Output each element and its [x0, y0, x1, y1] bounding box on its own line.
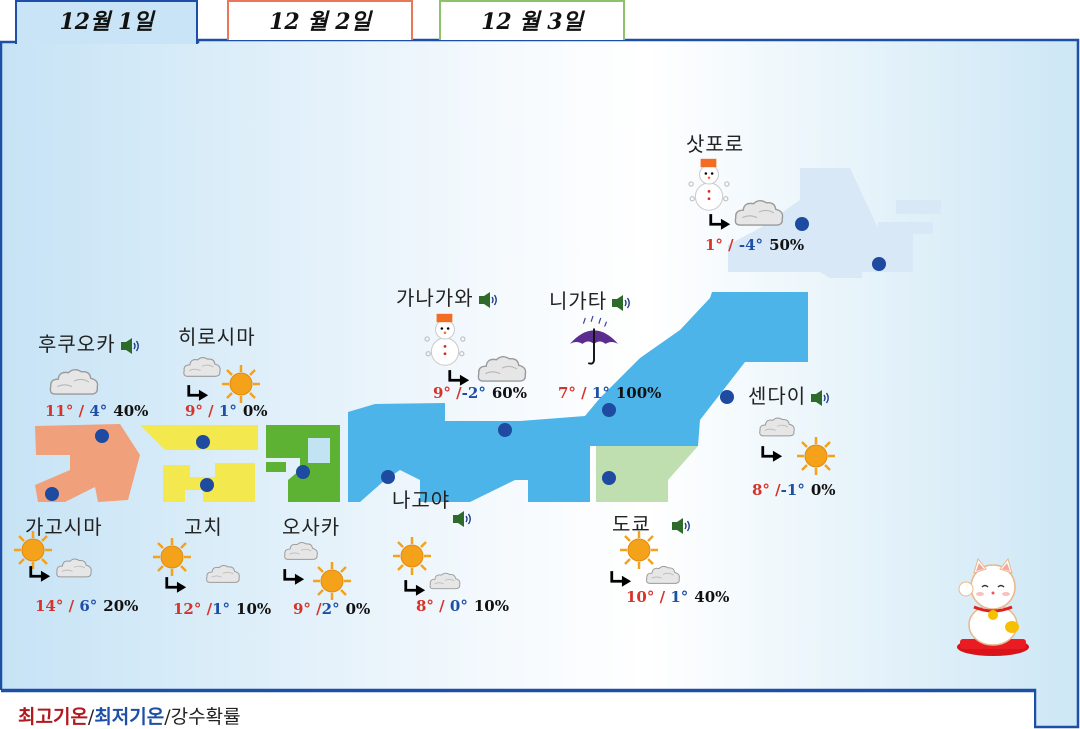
- temps-tokyo: 10° / 1° 40%: [626, 588, 730, 606]
- cloud-icon: [205, 563, 241, 585]
- legend-high: 최고기온: [18, 706, 88, 728]
- cloud-icon: [644, 564, 682, 586]
- legend: 최고기온/최저기온/강수확률: [18, 706, 241, 728]
- temps-sapporo: 1° / -4° 50%: [705, 236, 805, 254]
- city-dot-kanazawa[interactable]: [498, 423, 512, 437]
- arrow-icon: [760, 445, 784, 462]
- city-dot-fukuoka[interactable]: [95, 429, 109, 443]
- speaker-icon[interactable]: [478, 291, 500, 309]
- cloud-icon: [55, 553, 93, 583]
- sun-icon: [392, 536, 432, 576]
- city-name-sapporo: 삿포로: [686, 132, 745, 156]
- tab-dec-1[interactable]: 12월 1일: [15, 0, 198, 44]
- snowman-icon: [688, 156, 730, 212]
- arrow-icon: [282, 568, 306, 585]
- speaker-icon[interactable]: [810, 389, 832, 407]
- cloud-icon: [758, 412, 796, 442]
- cloud-icon: [476, 353, 528, 385]
- legend-low: 최저기온: [94, 706, 165, 728]
- arrow-icon: [609, 570, 633, 587]
- city-dot-sendai[interactable]: [720, 390, 734, 404]
- city-name-kanazawa: 가나가와: [396, 282, 500, 311]
- speaker-icon[interactable]: [120, 337, 142, 355]
- city-dot-nagoya[interactable]: [381, 470, 395, 484]
- temps-kagoshima: 14° / 6° 20%: [35, 597, 139, 615]
- temps-kochi: 12° /1° 10%: [173, 600, 272, 618]
- city-name-nagoya: 나고야: [392, 488, 451, 512]
- temps-fukuoka: 11° / 4° 40%: [45, 402, 149, 420]
- arrow-icon: [164, 576, 188, 593]
- umbrella-icon: [568, 313, 620, 369]
- city-dot-hokkaido-east[interactable]: [872, 257, 886, 271]
- city-dot-hiroshima[interactable]: [196, 435, 210, 449]
- city-name-niigata: 니가타: [549, 285, 633, 314]
- temps-kanazawa: 9° /-2° 60%: [433, 384, 527, 402]
- arrow-icon: [28, 565, 52, 582]
- city-dot-sapporo[interactable]: [795, 217, 809, 231]
- speaker-icon[interactable]: [611, 294, 633, 312]
- arrow-icon: [708, 213, 732, 230]
- arrow-icon: [186, 384, 210, 401]
- lucky-cat-icon: [957, 557, 1029, 656]
- cloud-icon: [733, 197, 785, 229]
- arrow-icon: [403, 579, 427, 596]
- sun-icon: [13, 530, 53, 570]
- sun-icon: [312, 561, 352, 601]
- city-name-hiroshima: 히로시마: [178, 325, 256, 349]
- cloud-icon: [427, 571, 463, 591]
- snowman-icon: [424, 311, 466, 367]
- city-dot-osaka[interactable]: [296, 465, 310, 479]
- speaker-icon[interactable]: [452, 510, 474, 528]
- map-panel: [0, 38, 1080, 729]
- city-dot-niigata[interactable]: [602, 403, 616, 417]
- tab-dec-2[interactable]: 12 월 2일: [227, 0, 413, 40]
- speaker-icon[interactable]: [671, 517, 693, 535]
- tab-dec-3[interactable]: 12 월 3일: [439, 0, 625, 40]
- temps-nagoya: 8° / 0° 10%: [416, 597, 509, 615]
- temps-hiroshima: 9° / 1° 0%: [185, 402, 268, 420]
- legend-rain: 강수확률: [170, 706, 241, 728]
- cloud-icon: [182, 353, 222, 381]
- city-dot-kagoshima[interactable]: [45, 487, 59, 501]
- temps-sendai: 8° /-1° 0%: [752, 481, 836, 499]
- temps-niigata: 7° / 1° 100%: [558, 384, 662, 402]
- city-dot-tokyo[interactable]: [602, 471, 616, 485]
- temps-osaka: 9° /2° 0%: [293, 600, 371, 618]
- sun-icon: [221, 364, 261, 404]
- city-dot-kochi[interactable]: [200, 478, 214, 492]
- sun-icon: [796, 436, 836, 476]
- sun-icon: [152, 537, 192, 577]
- city-name-sendai: 센다이: [748, 380, 832, 409]
- city-name-kochi: 고치: [184, 515, 223, 539]
- city-name-fukuoka: 후쿠오카: [38, 328, 142, 357]
- cloud-icon: [48, 366, 100, 398]
